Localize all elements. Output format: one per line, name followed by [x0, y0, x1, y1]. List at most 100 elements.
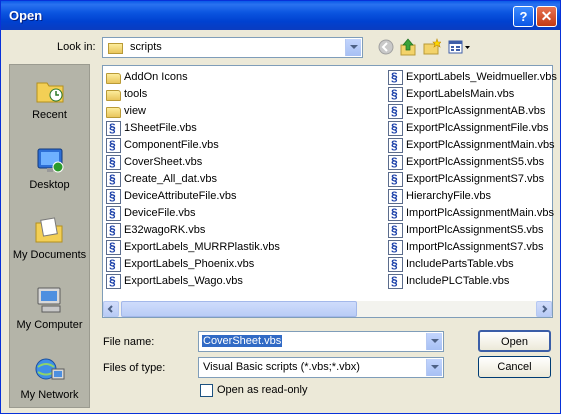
desktop-icon	[34, 145, 66, 175]
lookin-combo[interactable]: scripts	[102, 37, 363, 58]
file-name: tools	[124, 88, 148, 100]
file-name: ImportPlcAssignmentS5.vbs	[406, 224, 544, 236]
place-label: My Documents	[12, 249, 87, 261]
script-file-icon	[106, 205, 121, 222]
script-file-icon	[106, 222, 121, 239]
up-folder-icon[interactable]	[399, 38, 417, 56]
chevron-down-icon[interactable]	[426, 359, 442, 376]
place-desktop[interactable]: Desktop	[10, 139, 89, 203]
script-file-icon	[388, 273, 403, 290]
chevron-down-icon[interactable]	[426, 333, 442, 350]
script-file-icon	[388, 171, 403, 188]
open-button[interactable]: Open	[478, 330, 551, 352]
chevron-left-icon	[107, 305, 113, 313]
script-file-icon	[106, 239, 121, 256]
open-dialog: Open ? ✕ Look in: scripts Recent Desktop…	[0, 0, 561, 414]
place-label: My Network	[20, 389, 79, 401]
scroll-right-button[interactable]	[536, 301, 552, 317]
new-folder-icon[interactable]	[423, 38, 442, 56]
filename-field[interactable]: CoverSheet.vbs	[198, 331, 444, 352]
file-name: AddOn Icons	[124, 71, 188, 83]
file-name: ExportPlcAssignmentS5.vbs	[406, 156, 545, 168]
script-file-icon	[106, 188, 121, 205]
back-icon[interactable]	[377, 38, 395, 56]
place-label: My Computer	[16, 319, 83, 331]
folder-icon	[106, 73, 121, 84]
place-my-computer[interactable]: My Computer	[10, 279, 89, 343]
filetype-value: Visual Basic scripts (*.vbs;*.vbx)	[203, 361, 360, 373]
recent-icon	[34, 75, 66, 105]
lookin-label: Look in:	[57, 41, 96, 53]
file-name: IncludePLCTable.vbs	[406, 275, 510, 287]
file-name: ExportLabels_MURRPlastik.vbs	[124, 241, 280, 253]
places-bar: Recent Desktop My Documents My Computer …	[9, 64, 90, 408]
script-file-icon	[388, 120, 403, 137]
script-file-icon	[388, 239, 403, 256]
my-computer-icon	[34, 285, 66, 315]
readonly-label: Open as read-only	[217, 384, 308, 396]
file-name: HierarchyFile.vbs	[406, 190, 491, 202]
file-name: view	[124, 105, 147, 117]
file-name: ExportLabelsMain.vbs	[406, 88, 515, 100]
scroll-left-button[interactable]	[103, 301, 119, 317]
script-file-icon	[388, 205, 403, 222]
my-documents-icon	[34, 215, 66, 245]
file-name: ExportPlcAssignmentS7.vbs	[406, 173, 545, 185]
file-name: DeviceFile.vbs	[124, 207, 196, 219]
readonly-checkbox[interactable]	[200, 384, 213, 397]
file-name: IncludePartsTable.vbs	[406, 258, 514, 270]
file-name: ExportLabels_Weidmueller.vbs	[406, 71, 557, 83]
chevron-right-icon	[542, 305, 548, 313]
script-file-icon	[388, 103, 403, 120]
scroll-thumb[interactable]	[121, 301, 357, 317]
filetype-label: Files of type:	[103, 362, 166, 374]
folder-icon	[106, 107, 121, 118]
help-button[interactable]: ?	[513, 6, 534, 27]
my-network-icon	[34, 355, 66, 385]
script-file-icon	[106, 171, 121, 188]
script-file-icon	[388, 256, 403, 273]
folder-icon	[108, 43, 123, 54]
file-name: ExportLabels_Wago.vbs	[124, 275, 243, 287]
place-my-documents[interactable]: My Documents	[10, 209, 89, 273]
place-recent[interactable]: Recent	[10, 69, 89, 133]
file-name: DeviceAttributeFile.vbs	[124, 190, 237, 202]
chevron-down-icon[interactable]	[345, 39, 361, 56]
script-file-icon	[388, 188, 403, 205]
dialog-title: Open	[9, 8, 43, 23]
filename-label: File name:	[103, 336, 155, 348]
file-name: ImportPlcAssignmentS7.vbs	[406, 241, 544, 253]
close-button[interactable]: ✕	[536, 6, 557, 27]
script-file-icon	[388, 69, 403, 86]
script-file-icon	[388, 86, 403, 103]
script-file-icon	[106, 154, 121, 171]
file-name: E32wagoRK.vbs	[124, 224, 206, 236]
file-name: ExportPlcAssignmentAB.vbs	[406, 105, 546, 117]
file-name: ImportPlcAssignmentMain.vbs	[406, 207, 554, 219]
place-label: Recent	[32, 109, 67, 121]
script-file-icon	[106, 256, 121, 273]
title-bar[interactable]: Open ? ✕	[1, 1, 560, 30]
script-file-icon	[388, 154, 403, 171]
script-file-icon	[106, 273, 121, 290]
horizontal-scrollbar[interactable]	[103, 301, 552, 317]
file-name: 1SheetFile.vbs	[124, 122, 197, 134]
file-name: ComponentFile.vbs	[124, 139, 219, 151]
place-my-network[interactable]: My Network	[10, 349, 89, 413]
place-label: Desktop	[29, 179, 70, 191]
cancel-button[interactable]: Cancel	[478, 356, 551, 378]
views-menu-icon[interactable]	[448, 38, 472, 56]
folder-icon	[106, 90, 121, 101]
file-name: ExportLabels_Phoenix.vbs	[124, 258, 255, 270]
script-file-icon	[106, 120, 121, 137]
script-file-icon	[388, 137, 403, 154]
filetype-select[interactable]: Visual Basic scripts (*.vbs;*.vbx)	[198, 357, 444, 378]
script-file-icon	[106, 137, 121, 154]
file-name: ExportPlcAssignmentFile.vbs	[406, 122, 549, 134]
file-name: Create_All_dat.vbs	[124, 173, 217, 185]
filename-value: CoverSheet.vbs	[202, 335, 283, 347]
lookin-value: scripts	[130, 41, 162, 53]
file-list[interactable]: AddOn Icons tools view 1SheetFile.vbs Compon…	[102, 65, 557, 318]
file-name: CoverSheet.vbs	[124, 156, 203, 168]
script-file-icon	[388, 222, 403, 239]
